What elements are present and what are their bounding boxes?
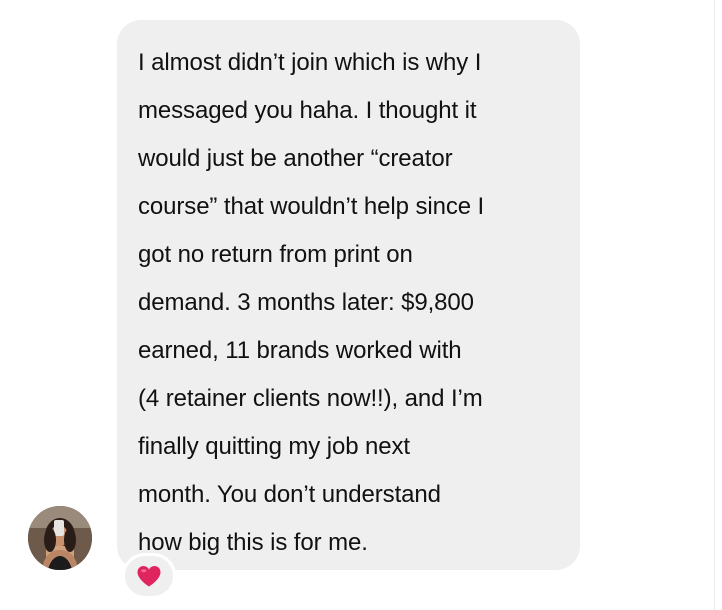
divider <box>714 0 715 610</box>
message-text: I almost didn’t join which is why I mess… <box>138 49 485 556</box>
avatar[interactable] <box>28 506 92 570</box>
reaction-badge[interactable] <box>122 553 176 599</box>
red-heart-icon <box>137 566 161 587</box>
message-bubble[interactable]: I almost didn’t join which is why I mess… <box>117 20 580 570</box>
avatar-photo-icon <box>28 506 92 570</box>
chat-thread: I almost didn’t join which is why I mess… <box>0 0 722 610</box>
